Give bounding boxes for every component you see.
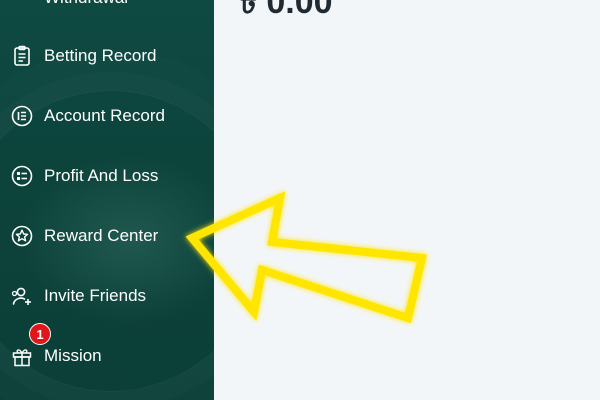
sidebar-item-label: Mission (44, 346, 102, 365)
highlight-arrow-icon (185, 191, 427, 324)
sidebar-item-label: Betting Record (44, 46, 157, 65)
notification-badge: 1 (29, 323, 51, 345)
sidebar-item-account-record[interactable]: Account Record (0, 96, 214, 136)
list-circle-icon (11, 105, 33, 127)
sidebar-item-betting-record[interactable]: Betting Record (0, 36, 214, 76)
sidebar-item-mission[interactable]: 1 Mission (0, 323, 214, 376)
add-user-icon (11, 287, 31, 305)
sidebar-item-label: Reward Center (44, 226, 159, 245)
list-card-icon (11, 165, 33, 187)
sidebar-item-label: Account Record (44, 106, 165, 125)
clipboard-icon (14, 45, 30, 66)
sidebar-item-withdrawal[interactable]: Withdrawal (0, 0, 214, 18)
gift-icon (12, 349, 32, 367)
sidebar-item-label: Withdrawal (44, 0, 128, 8)
sidebar-item-label: Profit And Loss (44, 166, 159, 185)
star-icon (11, 225, 33, 247)
sidebar-item-label: Invite Friends (44, 286, 147, 305)
balance-amount: ৳ 0.00 (240, 0, 333, 21)
